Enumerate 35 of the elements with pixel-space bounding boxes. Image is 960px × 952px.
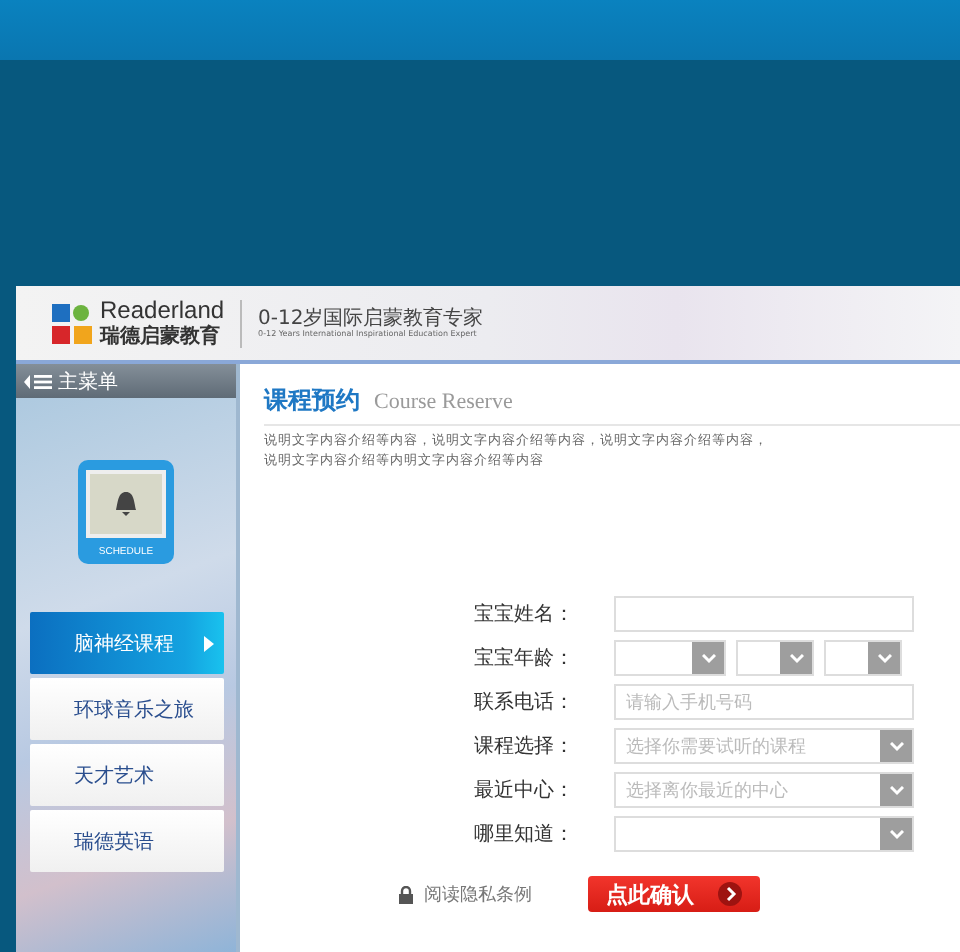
lock-icon — [398, 885, 414, 903]
field-label: 课程选择： — [474, 733, 576, 760]
slogan: 0-12岁国际启蒙教育专家 — [258, 307, 484, 330]
sidebar-menu-item[interactable]: 环球音乐之旅 — [30, 678, 224, 740]
field-label: 最近中心： — [474, 777, 576, 804]
sidebar-menu-item[interactable]: 脑神经课程 — [30, 612, 224, 674]
input-field[interactable]: 请输入手机号码 — [614, 684, 914, 720]
field-label: 哪里知道： — [474, 822, 576, 848]
menu-icon — [24, 373, 52, 389]
input-field[interactable] — [614, 596, 914, 632]
logo-icon — [52, 303, 92, 343]
chevron-down-icon — [889, 741, 903, 751]
confirm-button[interactable]: 点此确认 — [588, 876, 760, 912]
logo-chinese-name: 瑞德启蒙教育 — [100, 325, 222, 348]
chevron-down-icon — [701, 653, 715, 663]
page-title: 课程预约 — [264, 384, 360, 418]
arrow-circle-icon — [718, 882, 742, 906]
logo-name: Readerland — [100, 298, 225, 325]
triangle-icon — [204, 636, 214, 652]
main-menu-bar[interactable]: 主菜单 — [16, 364, 236, 398]
chevron-down-icon — [889, 785, 903, 795]
dropdown[interactable] — [614, 816, 914, 852]
page-title-english: Course Reserve — [374, 390, 513, 414]
field-label: 宝宝年龄： — [474, 645, 576, 672]
sidebar-menu-item[interactable]: 天才艺术 — [30, 744, 224, 806]
dropdown[interactable] — [614, 640, 726, 676]
dropdown[interactable] — [824, 640, 902, 676]
dropdown[interactable] — [736, 640, 814, 676]
sidebar-menu-item[interactable]: 瑞德英语 — [30, 810, 224, 872]
chevron-down-icon — [789, 653, 803, 663]
field-label: 联系电话： — [474, 689, 576, 716]
privacy-link[interactable]: 阅读隐私条例 — [398, 881, 532, 907]
chevron-down-icon — [889, 829, 903, 839]
chevron-down-icon — [877, 653, 891, 663]
field-label: 宝宝姓名： — [474, 601, 576, 628]
